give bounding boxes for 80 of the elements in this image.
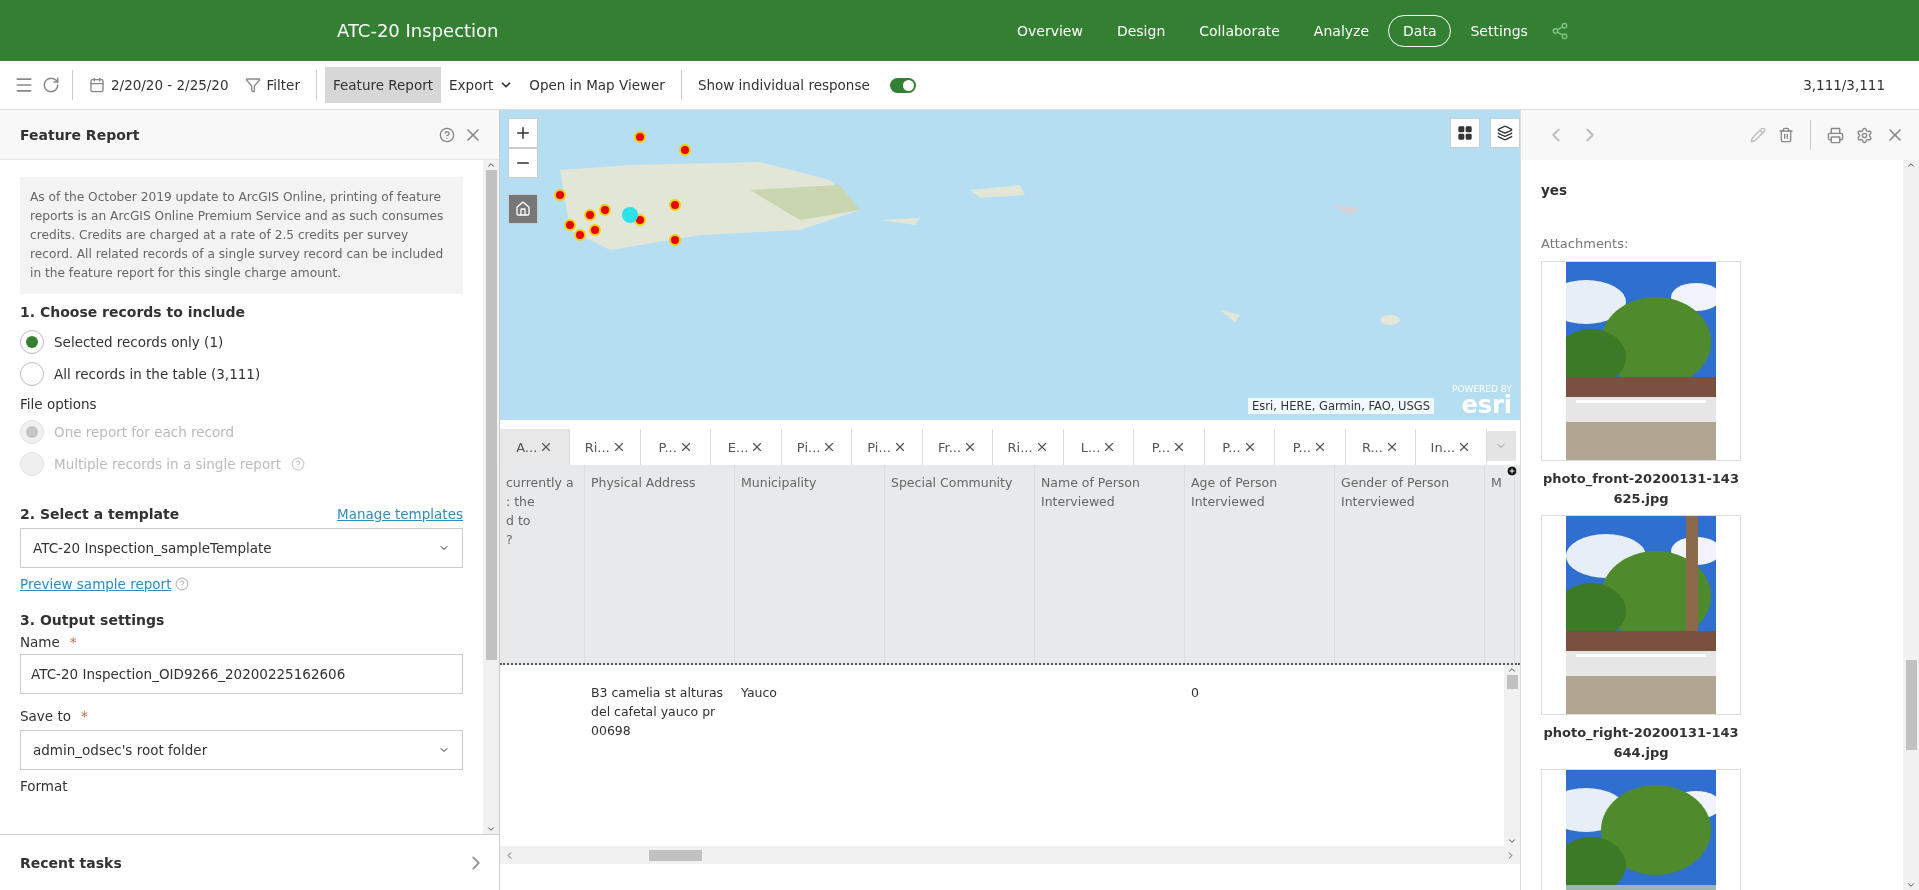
scroll-thumb[interactable] [1506, 675, 1518, 689]
filter-icon [244, 77, 261, 93]
record-count: 3,111/3,111 [1803, 77, 1885, 93]
add-column-icon[interactable] [1506, 465, 1518, 477]
column-header: currently a : the d to ? [500, 465, 585, 663]
manage-templates-link[interactable]: Manage templates [337, 506, 463, 522]
zoom-out-icon[interactable] [508, 148, 538, 178]
required-mark: * [81, 708, 88, 724]
section-heading: 3. Output settings [20, 612, 166, 628]
attachment-thumbnail[interactable] [1541, 261, 1741, 461]
scroll-down-icon[interactable] [1906, 880, 1916, 890]
scrollbar[interactable] [1903, 160, 1919, 890]
calendar-icon [89, 77, 105, 93]
folder-select[interactable]: admin_odsec's root folder [20, 730, 463, 770]
grid-icon[interactable] [1450, 118, 1480, 148]
scroll-thumb[interactable] [485, 170, 497, 660]
column-header: Special Community [885, 465, 1035, 663]
scroll-thumb[interactable] [649, 849, 702, 861]
table-cell-text: 0 [1190, 684, 1200, 702]
close-icon[interactable] [1313, 440, 1327, 454]
column-tab[interactable]: A... [500, 429, 571, 465]
toggle-switch[interactable] [889, 77, 916, 93]
scroll-up-icon[interactable] [1507, 665, 1517, 675]
radio-button[interactable] [20, 330, 44, 354]
preview-link[interactable]: Preview sample report [20, 576, 172, 592]
layers-icon[interactable] [1490, 118, 1520, 148]
name-input-field[interactable]: ATC-20 Inspection_OID9266_20200225162606 [20, 654, 463, 694]
panel-title: Feature Report [20, 126, 141, 143]
attachment-thumbnail[interactable] [1541, 515, 1741, 715]
scroll-down-icon[interactable] [486, 824, 496, 834]
nav-tab[interactable]: Collaborate [1184, 14, 1295, 47]
table-cell-text: Yauco [740, 684, 779, 702]
nav-tab[interactable]: Design [1101, 14, 1181, 47]
scroll-thumb[interactable] [1905, 660, 1917, 750]
zoom-in-icon[interactable] [508, 118, 538, 148]
field-label: File options [20, 396, 97, 412]
notice-text: As of the October 2019 update to ArcGIS Online, printing of feature reports is an ArcGIS Online Premium Service and as such consumes credits. Credits are charged at a rate of 2.5 credits per survey record. All related records of a single survey record can be included in the feature report for this single charge amount. [20, 177, 463, 294]
help-icon[interactable] [175, 577, 190, 591]
logo-caption: POWERED BY [1452, 384, 1512, 394]
date-range-button[interactable]: 2/20/20 - 2/25/20 [81, 67, 237, 103]
esri-logo: esri [1461, 394, 1512, 416]
toggle-label: Show individual response [696, 77, 871, 93]
app-title: ATC-20 Inspection [337, 20, 500, 41]
nav-tab[interactable]: Settings [1455, 14, 1543, 47]
horizontal-scrollbar[interactable] [500, 846, 1520, 864]
nav-tab[interactable]: Analyze [1298, 14, 1385, 47]
toolbar-button[interactable]: Export [441, 67, 522, 103]
radio-label: All records in the table (3,111) [54, 366, 261, 382]
home-icon[interactable] [508, 194, 538, 224]
table-cell-text: B3 camelia st alturas del cafetal yauco pr 00698 [590, 684, 725, 740]
filter-button[interactable]: Filter [236, 67, 308, 103]
template-select[interactable]: ATC-20 Inspection_sampleTemplate [20, 528, 463, 568]
field-label: Name [20, 634, 60, 650]
section-heading: 2. Select a template [20, 506, 180, 522]
radio-label: Selected records only (1) [54, 334, 224, 350]
attachments-label: Attachments: [1541, 236, 1630, 251]
required-mark: * [69, 634, 77, 650]
section-heading: 1. Choose records to include [20, 304, 247, 320]
scrollbar[interactable] [1504, 665, 1520, 846]
column-header: Name of Person Interviewed [1035, 465, 1185, 663]
attachment-name[interactable]: photo_right-20200131-143644.jpg [1541, 723, 1741, 763]
scroll-up-icon[interactable] [486, 160, 496, 170]
scroll-down-icon[interactable] [1507, 836, 1517, 846]
field-label: Save to [20, 708, 71, 724]
map-attribution: Esri, HERE, Garmin, FAO, USGS [1248, 398, 1434, 414]
attachment-name[interactable]: photo_front-20200131-143625.jpg [1541, 469, 1741, 509]
column-header: Age of Person Interviewed [1185, 465, 1335, 663]
radio-button[interactable] [20, 362, 44, 386]
scroll-up-icon[interactable] [1906, 160, 1916, 170]
toolbar-button[interactable]: Feature Report [325, 67, 442, 103]
scrollbar[interactable] [483, 160, 499, 834]
column-header: Gender of Person Interviewed [1335, 465, 1485, 663]
column-header: Municipality [735, 465, 885, 663]
nav-tab[interactable]: Overview [1002, 14, 1098, 47]
field-value: yes [1541, 182, 1568, 198]
field-label: Format [20, 778, 68, 794]
toolbar-button[interactable]: Open in Map Viewer [521, 67, 673, 103]
radio-label: Multiple records in a single report [54, 456, 281, 472]
column-header: Physical Address [585, 465, 735, 663]
radio-label: One report for each record [54, 424, 235, 440]
